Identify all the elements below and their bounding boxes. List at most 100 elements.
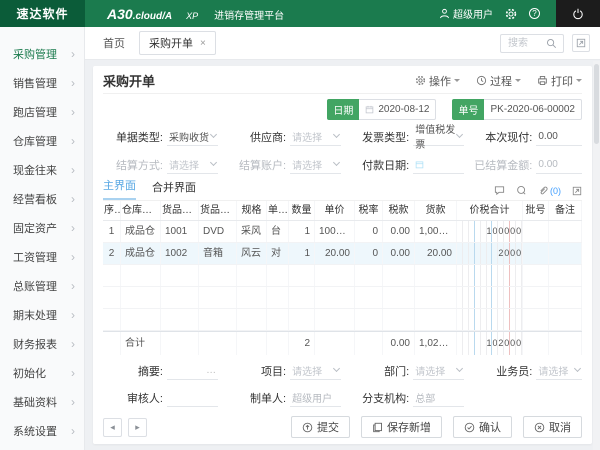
field-auditor: 审核人: — [103, 388, 218, 407]
invoice-type-label: 发票类型: — [349, 129, 413, 145]
next-page-button[interactable]: ▸ — [128, 418, 147, 437]
department-select[interactable]: 请选择 — [413, 361, 464, 380]
cell[interactable]: 0 — [355, 221, 383, 242]
supplier-select[interactable]: 请选择 — [290, 127, 341, 146]
sidebar-item[interactable]: 期末处理› — [0, 300, 84, 329]
sidebar-item[interactable]: 经营看板› — [0, 184, 84, 213]
operate-label: 操作 — [429, 73, 451, 89]
more-button[interactable]: … — [206, 365, 216, 376]
sidebar-item[interactable]: 初始化› — [0, 358, 84, 387]
cell[interactable]: 1002 — [161, 243, 199, 264]
cell-note[interactable] — [549, 243, 582, 264]
cell[interactable]: 成品仓 — [121, 243, 161, 264]
cell — [161, 309, 199, 330]
settle-account-select[interactable]: 请选择 — [290, 155, 341, 174]
scrollbar-thumb[interactable] — [594, 64, 599, 144]
cell — [121, 287, 161, 308]
sidebar-item[interactable]: 固定资产› — [0, 213, 84, 242]
subtab-merge[interactable]: 合并界面 — [152, 179, 196, 200]
submit-button[interactable]: 提交 — [291, 416, 350, 438]
cancel-button[interactable]: 取消 — [523, 416, 582, 438]
cell[interactable]: 2 — [103, 243, 121, 264]
cell — [383, 265, 415, 286]
sidebar-item[interactable]: 工资管理› — [0, 242, 84, 271]
search-input[interactable] — [506, 37, 546, 50]
sidebar-item[interactable]: 基础资料› — [0, 387, 84, 416]
sidebar-item[interactable]: 系统设置› — [0, 416, 84, 445]
sidebar-item[interactable]: 跑店管理› — [0, 97, 84, 126]
save-new-button[interactable]: 保存新增 — [361, 416, 442, 438]
expand-icon[interactable] — [572, 186, 582, 196]
subtab-main[interactable]: 主界面 — [103, 177, 136, 200]
vertical-scrollbar[interactable] — [593, 61, 600, 450]
cell[interactable]: 音箱 — [199, 243, 237, 264]
tab-home[interactable]: 首页 — [103, 35, 125, 51]
cash-paid-input[interactable]: 0.00 — [536, 127, 582, 146]
cell[interactable]: 0.00 — [383, 221, 415, 242]
confirm-button[interactable]: 确认 — [453, 416, 512, 438]
cell — [415, 309, 457, 330]
cell[interactable]: 1 — [289, 243, 315, 264]
print-menu-button[interactable]: 打印 — [537, 73, 582, 89]
cell[interactable]: DVD — [199, 221, 237, 242]
cell[interactable]: 0 — [355, 243, 383, 264]
attachment-icon[interactable]: (0) — [538, 185, 561, 196]
column-header: 货款 — [415, 201, 457, 220]
cell[interactable]: 1001 — [161, 221, 199, 242]
summary-input[interactable]: … — [167, 361, 218, 380]
logout-power-button[interactable] — [556, 0, 600, 27]
help-icon[interactable]: ? — [529, 8, 540, 19]
cell-ledger[interactable]: 2000 — [457, 243, 523, 264]
cell-ledger[interactable]: 100000 — [457, 221, 523, 242]
voice-record-icon[interactable] — [516, 185, 527, 196]
fullscreen-icon[interactable] — [572, 34, 590, 52]
cell — [121, 309, 161, 330]
comment-icon[interactable] — [494, 185, 505, 196]
settings-gear-icon[interactable] — [505, 8, 517, 20]
sidebar-item[interactable]: 销售管理› — [0, 68, 84, 97]
cell-batch[interactable] — [523, 243, 549, 264]
sidebar-item[interactable]: 财务报表› — [0, 329, 84, 358]
tab-close-icon[interactable]: × — [200, 38, 206, 49]
cell[interactable]: 对 — [267, 243, 289, 264]
empty-row — [103, 265, 582, 287]
salesman-select[interactable]: 请选择 — [536, 361, 582, 380]
invoice-type-select[interactable]: 增值税发票 — [413, 127, 464, 146]
pay-date-input[interactable] — [413, 155, 464, 174]
ledger-grid — [457, 265, 522, 286]
doc-type-select[interactable]: 采购收货 — [167, 127, 218, 146]
settle-method-select[interactable]: 请选择 — [167, 155, 218, 174]
operate-menu-button[interactable]: 操作 — [415, 73, 460, 89]
cell[interactable]: 20.00 — [415, 243, 457, 264]
cell[interactable]: 0.00 — [383, 243, 415, 264]
current-user[interactable]: 超级用户 — [439, 6, 493, 21]
sidebar-item[interactable]: 仓库管理› — [0, 126, 84, 155]
tab-purchase-order[interactable]: 采购开单 × — [139, 31, 216, 55]
sidebar-item-label: 初始化 — [13, 365, 46, 381]
cell-note — [549, 265, 582, 286]
sidebar-item[interactable]: 总账管理› — [0, 271, 84, 300]
date-input[interactable]: 2020-08-12 — [359, 99, 436, 120]
cell[interactable]: 1000.00 — [315, 221, 355, 242]
doc-number-input[interactable]: PK-2020-06-00002 — [484, 99, 582, 120]
cell[interactable]: 成品仓 — [121, 221, 161, 242]
sidebar-item[interactable]: 现金往来› — [0, 155, 84, 184]
project-placeholder: 请选择 — [292, 363, 322, 378]
sidebar-item[interactable]: 采购管理› — [0, 39, 84, 68]
process-menu-button[interactable]: 过程 — [476, 73, 521, 89]
cell-batch[interactable] — [523, 221, 549, 242]
cell-note[interactable] — [549, 221, 582, 242]
question-glyph: ? — [529, 8, 540, 19]
search-icon[interactable] — [546, 38, 557, 49]
gear-icon — [415, 75, 426, 86]
project-select[interactable]: 请选择 — [290, 361, 341, 380]
cell[interactable]: 20.00 — [315, 243, 355, 264]
auditor-input[interactable] — [167, 388, 218, 407]
cell[interactable]: 风云 — [237, 243, 267, 264]
cell[interactable]: 采风 — [237, 221, 267, 242]
cell[interactable]: 1 — [289, 221, 315, 242]
cell[interactable]: 1 — [103, 221, 121, 242]
prev-page-button[interactable]: ◂ — [103, 418, 122, 437]
cell[interactable]: 台 — [267, 221, 289, 242]
cell[interactable]: 1,000.00 — [415, 221, 457, 242]
